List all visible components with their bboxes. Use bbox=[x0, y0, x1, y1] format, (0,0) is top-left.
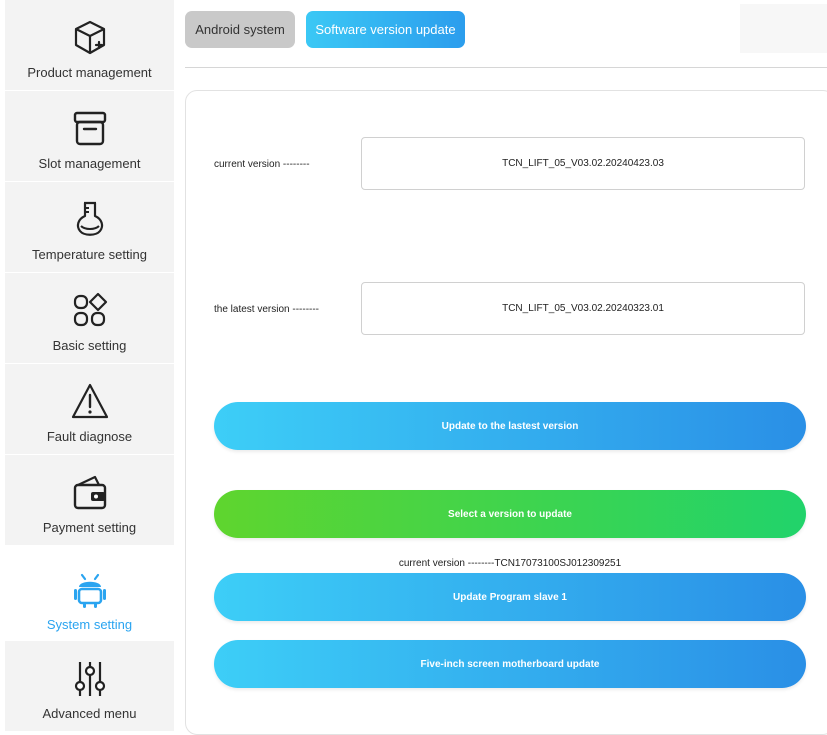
flask-icon bbox=[76, 201, 103, 236]
sidebar-item-payment-setting[interactable]: Payment setting bbox=[5, 455, 174, 545]
slave-current-version-text: current version --------TCN17073100SJ012… bbox=[398, 558, 622, 569]
sidebar-item-label: Slot management bbox=[38, 156, 141, 171]
box-plus-icon bbox=[74, 20, 105, 55]
warning-triangle-icon bbox=[71, 383, 108, 419]
sidebar-item-label: Product management bbox=[27, 65, 152, 80]
sidebar-item-slot-management[interactable]: Slot management bbox=[5, 91, 174, 181]
sidebar-item-label: Temperature setting bbox=[32, 247, 147, 262]
sidebar: Product management Slot management Tempe… bbox=[0, 0, 174, 731]
sidebar-item-advanced-menu[interactable]: Advanced menu bbox=[5, 641, 174, 731]
android-robot-icon bbox=[73, 573, 106, 608]
sidebar-item-system-setting[interactable]: System setting bbox=[5, 552, 174, 642]
tab-android-system[interactable]: Android system bbox=[185, 11, 295, 48]
latest-version-label: the latest version -------- bbox=[214, 304, 320, 315]
tab-software-version-update[interactable]: Software version update bbox=[306, 11, 465, 48]
sidebar-item-label: Fault diagnose bbox=[46, 429, 133, 444]
sidebar-item-product-management[interactable]: Product management bbox=[5, 0, 174, 90]
sidebar-item-label: Basic setting bbox=[52, 338, 127, 353]
current-version-field: TCN_LIFT_05_V03.02.20240423.03 bbox=[361, 137, 805, 190]
sidebar-item-temperature-setting[interactable]: Temperature setting bbox=[5, 182, 174, 272]
sidebar-item-label: Advanced menu bbox=[42, 706, 137, 721]
update-latest-button[interactable]: Update to the lastest version bbox=[214, 402, 806, 450]
sidebar-item-basic-setting[interactable]: Basic setting bbox=[5, 273, 174, 363]
shapes-grid-icon bbox=[73, 292, 107, 327]
header-divider bbox=[185, 67, 827, 68]
archive-box-icon bbox=[73, 111, 106, 146]
update-slave-button[interactable]: Update Program slave 1 bbox=[214, 573, 806, 621]
current-version-label: current version -------- bbox=[214, 159, 310, 170]
latest-version-field: TCN_LIFT_05_V03.02.20240323.01 bbox=[361, 282, 805, 335]
sidebar-item-fault-diagnose[interactable]: Fault diagnose bbox=[5, 364, 174, 454]
select-version-button[interactable]: Select a version to update bbox=[214, 490, 806, 538]
five-inch-update-button[interactable]: Five-inch screen motherboard update bbox=[214, 640, 806, 688]
sidebar-item-label: System setting bbox=[46, 617, 133, 632]
wallet-icon bbox=[73, 475, 106, 510]
sliders-icon bbox=[74, 662, 105, 696]
top-right-blank-area bbox=[740, 4, 827, 53]
sidebar-item-label: Payment setting bbox=[42, 520, 137, 535]
